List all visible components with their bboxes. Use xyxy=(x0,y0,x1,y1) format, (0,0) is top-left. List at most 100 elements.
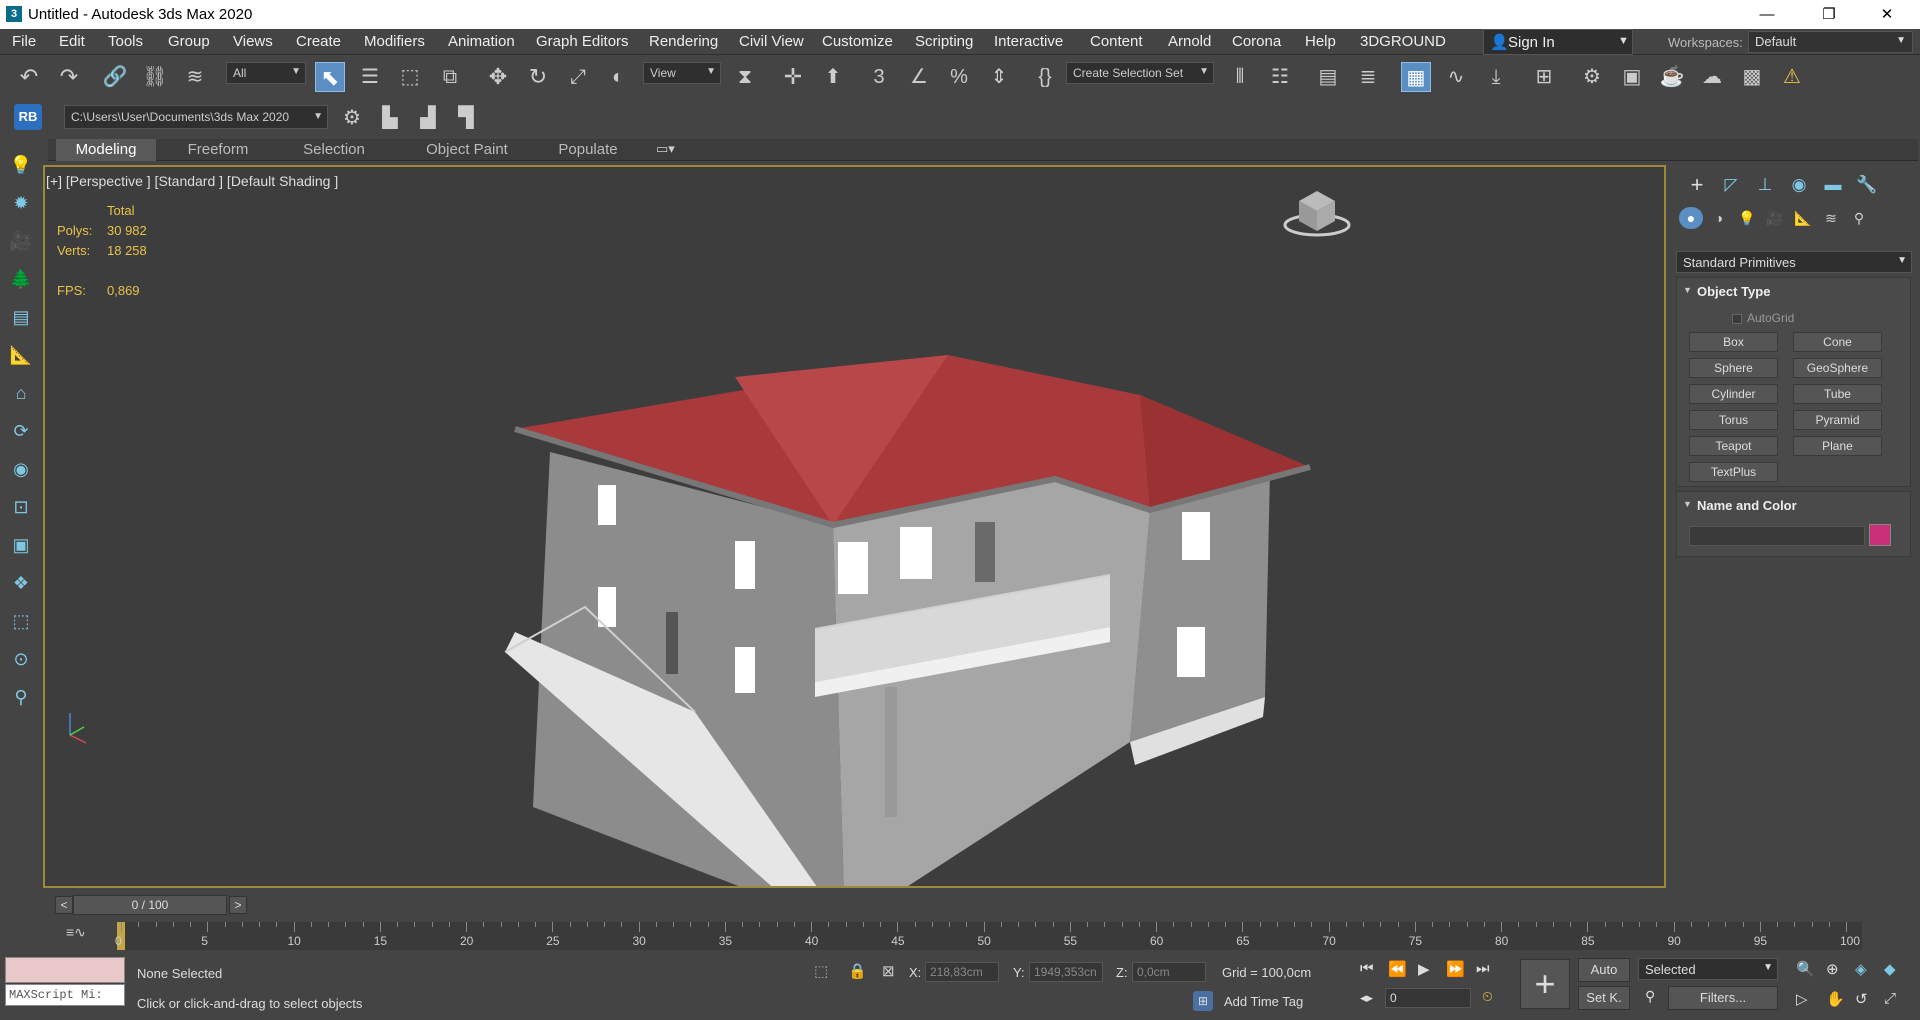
menu-help[interactable]: Help xyxy=(1305,33,1336,50)
minimize-button[interactable]: — xyxy=(1744,0,1790,29)
edit-named-selection-icon[interactable]: {} xyxy=(1030,62,1060,92)
grid-icon[interactable]: ⊡ xyxy=(9,495,33,519)
mirror-icon[interactable]: ⫴ xyxy=(1225,62,1255,92)
torus-button[interactable]: Torus xyxy=(1689,410,1778,430)
curve-editor-toggle-icon[interactable]: ≡∿ xyxy=(66,924,86,941)
sign-in-dropdown[interactable]: 👤 Sign In ▼ xyxy=(1483,29,1633,55)
geometry-icon[interactable]: ● xyxy=(1679,207,1703,229)
rendered-frame-window-icon[interactable]: ☕ xyxy=(1657,62,1687,92)
time-next-button[interactable]: > xyxy=(229,896,247,914)
render-setup-icon[interactable]: ▣ xyxy=(1617,62,1647,92)
project-settings-icon[interactable]: ⚙ xyxy=(337,103,367,133)
time-configuration-icon[interactable]: ⏲ xyxy=(1482,988,1493,1005)
collapse-icon[interactable]: ▼ xyxy=(1683,285,1692,295)
tab-freeform[interactable]: Freeform xyxy=(168,139,268,161)
menu-create[interactable]: Create xyxy=(296,33,341,50)
project-folder-settings-icon[interactable]: ▟ xyxy=(413,103,443,133)
maximize-viewport-icon[interactable]: ⤢ xyxy=(1884,990,1896,1007)
helpers-icon[interactable]: 📐 xyxy=(1791,207,1815,229)
viewport-label[interactable]: [+] [Perspective ] [Standard ] [Default … xyxy=(46,173,338,189)
object-name-input[interactable] xyxy=(1689,526,1865,546)
ribbon-options-icon[interactable]: ▭▾ xyxy=(656,141,675,157)
frame-icon[interactable]: ⬚ xyxy=(9,609,33,633)
maxscript-mini-listener[interactable]: MAXScript Mi: xyxy=(5,984,125,1006)
menu-graph-editors[interactable]: Graph Editors xyxy=(536,33,629,50)
menu-edit[interactable]: Edit xyxy=(59,33,85,50)
pyramid-button[interactable]: Pyramid xyxy=(1793,410,1882,430)
project-folder-open-icon[interactable]: ▜ xyxy=(451,103,481,133)
key-mode-icon[interactable]: ⚲ xyxy=(1645,988,1655,1005)
key-filters-button[interactable]: Filters... xyxy=(1668,986,1778,1010)
tab-object-paint[interactable]: Object Paint xyxy=(412,139,522,161)
menu-modifiers[interactable]: Modifiers xyxy=(364,33,425,50)
lock-icon[interactable]: 🔒 xyxy=(848,962,867,980)
tab-populate[interactable]: Populate xyxy=(538,139,638,161)
rb-badge[interactable]: RB xyxy=(14,104,42,130)
menu-group[interactable]: Group xyxy=(168,33,210,50)
menu-civil-view[interactable]: Civil View xyxy=(739,33,804,50)
timeline-track[interactable]: 0 5 10 15 20 25 30 35 40 45 50 55 60 65 70 75 80 85 90 95 10… xyxy=(115,922,1862,950)
spinner-snap-icon[interactable]: ⇕ xyxy=(984,62,1014,92)
isolate-selection-icon[interactable]: ⬚ xyxy=(814,962,828,980)
rectangular-selection-icon[interactable]: ⬚ xyxy=(395,62,425,92)
project-folder-icon[interactable]: ▙ xyxy=(375,103,405,133)
render-icon[interactable]: ▣ xyxy=(9,533,33,557)
menu-content[interactable]: Content xyxy=(1090,33,1143,50)
place-icon[interactable]: ◐ xyxy=(603,62,633,92)
field-of-view-icon[interactable]: ▷ xyxy=(1796,990,1808,1008)
menu-tools[interactable]: Tools xyxy=(108,33,143,50)
object-type-header[interactable]: Object Type xyxy=(1697,284,1770,299)
shapes-icon[interactable]: ◑ xyxy=(1707,207,1731,229)
orbit-icon[interactable]: ↺ xyxy=(1855,990,1868,1008)
menu-3dground[interactable]: 3DGROUND xyxy=(1360,33,1446,50)
category-dropdown[interactable]: Standard Primitives ▼ xyxy=(1676,251,1912,273)
curve-editor-icon[interactable]: ∿ xyxy=(1441,62,1471,92)
cameras-icon[interactable]: 🎥 xyxy=(1763,207,1787,229)
scene-explorer-icon[interactable]: ▤ xyxy=(1313,62,1343,92)
z-coordinate-field[interactable]: 0,0cm xyxy=(1132,962,1206,982)
teapot-button[interactable]: Teapot xyxy=(1689,436,1778,456)
maximize-button[interactable]: ❐ xyxy=(1806,0,1852,29)
cone-button[interactable]: Cone xyxy=(1793,332,1882,352)
go-to-start-icon[interactable]: ⏮ xyxy=(1360,960,1374,977)
previous-frame-icon[interactable]: ⏪ xyxy=(1388,960,1407,978)
sun-icon[interactable]: ✹ xyxy=(9,191,33,215)
time-tag-icon[interactable]: ⊞ xyxy=(1193,991,1213,1011)
y-coordinate-field[interactable]: 1949,353cn xyxy=(1029,962,1103,982)
time-slider[interactable]: 0 / 100 xyxy=(73,895,227,915)
hierarchy-tab-icon[interactable]: ⊥ xyxy=(1751,173,1779,197)
select-object-icon[interactable]: ⬉ xyxy=(315,62,345,92)
tab-modeling[interactable]: Modeling xyxy=(56,139,156,161)
list-icon[interactable]: ▤ xyxy=(9,305,33,329)
tree-icon[interactable]: 🌲 xyxy=(9,267,33,291)
bulb-icon[interactable]: 💡 xyxy=(9,153,33,177)
display-tab-icon[interactable]: ▬ xyxy=(1819,173,1847,197)
modify-tab-icon[interactable]: ◸ xyxy=(1717,173,1745,197)
group-icon[interactable]: ❖ xyxy=(9,571,33,595)
warning-icon[interactable]: ⚠ xyxy=(1777,62,1807,92)
move-icon[interactable]: ✥ xyxy=(483,62,513,92)
material-icon[interactable]: ◉ xyxy=(9,457,33,481)
light-lister-icon[interactable]: ⌂ xyxy=(9,381,33,405)
plane-button[interactable]: Plane xyxy=(1793,436,1882,456)
zoom-all-icon[interactable]: ⊕ xyxy=(1826,960,1839,978)
object-color-swatch[interactable] xyxy=(1869,524,1891,546)
menu-views[interactable]: Views xyxy=(233,33,273,50)
set-key-icon[interactable]: + xyxy=(1520,959,1570,1009)
tube-button[interactable]: Tube xyxy=(1793,384,1882,404)
utilities-tab-icon[interactable]: 🔧 xyxy=(1853,173,1881,197)
render-iterative-icon[interactable]: ▩ xyxy=(1737,62,1767,92)
absolute-mode-icon[interactable]: ⊠ xyxy=(882,962,895,980)
auto-key-button[interactable]: Auto xyxy=(1578,958,1630,982)
angle-snap-icon[interactable]: ∠ xyxy=(904,62,934,92)
material-editor-icon[interactable]: ⚙ xyxy=(1577,62,1607,92)
orbit-icon[interactable]: ⊙ xyxy=(9,647,33,671)
box-button[interactable]: Box xyxy=(1689,332,1778,352)
scale-icon[interactable]: ⤢ xyxy=(563,62,593,92)
tab-selection[interactable]: Selection xyxy=(284,139,384,161)
pan-view-icon[interactable]: ✋ xyxy=(1826,990,1845,1008)
add-time-tag-button[interactable]: Add Time Tag xyxy=(1224,994,1303,1009)
sync-icon[interactable]: ⟳ xyxy=(9,419,33,443)
layer-explorer-icon[interactable]: ≣ xyxy=(1353,62,1383,92)
next-frame-icon[interactable]: ⏩ xyxy=(1446,960,1465,978)
